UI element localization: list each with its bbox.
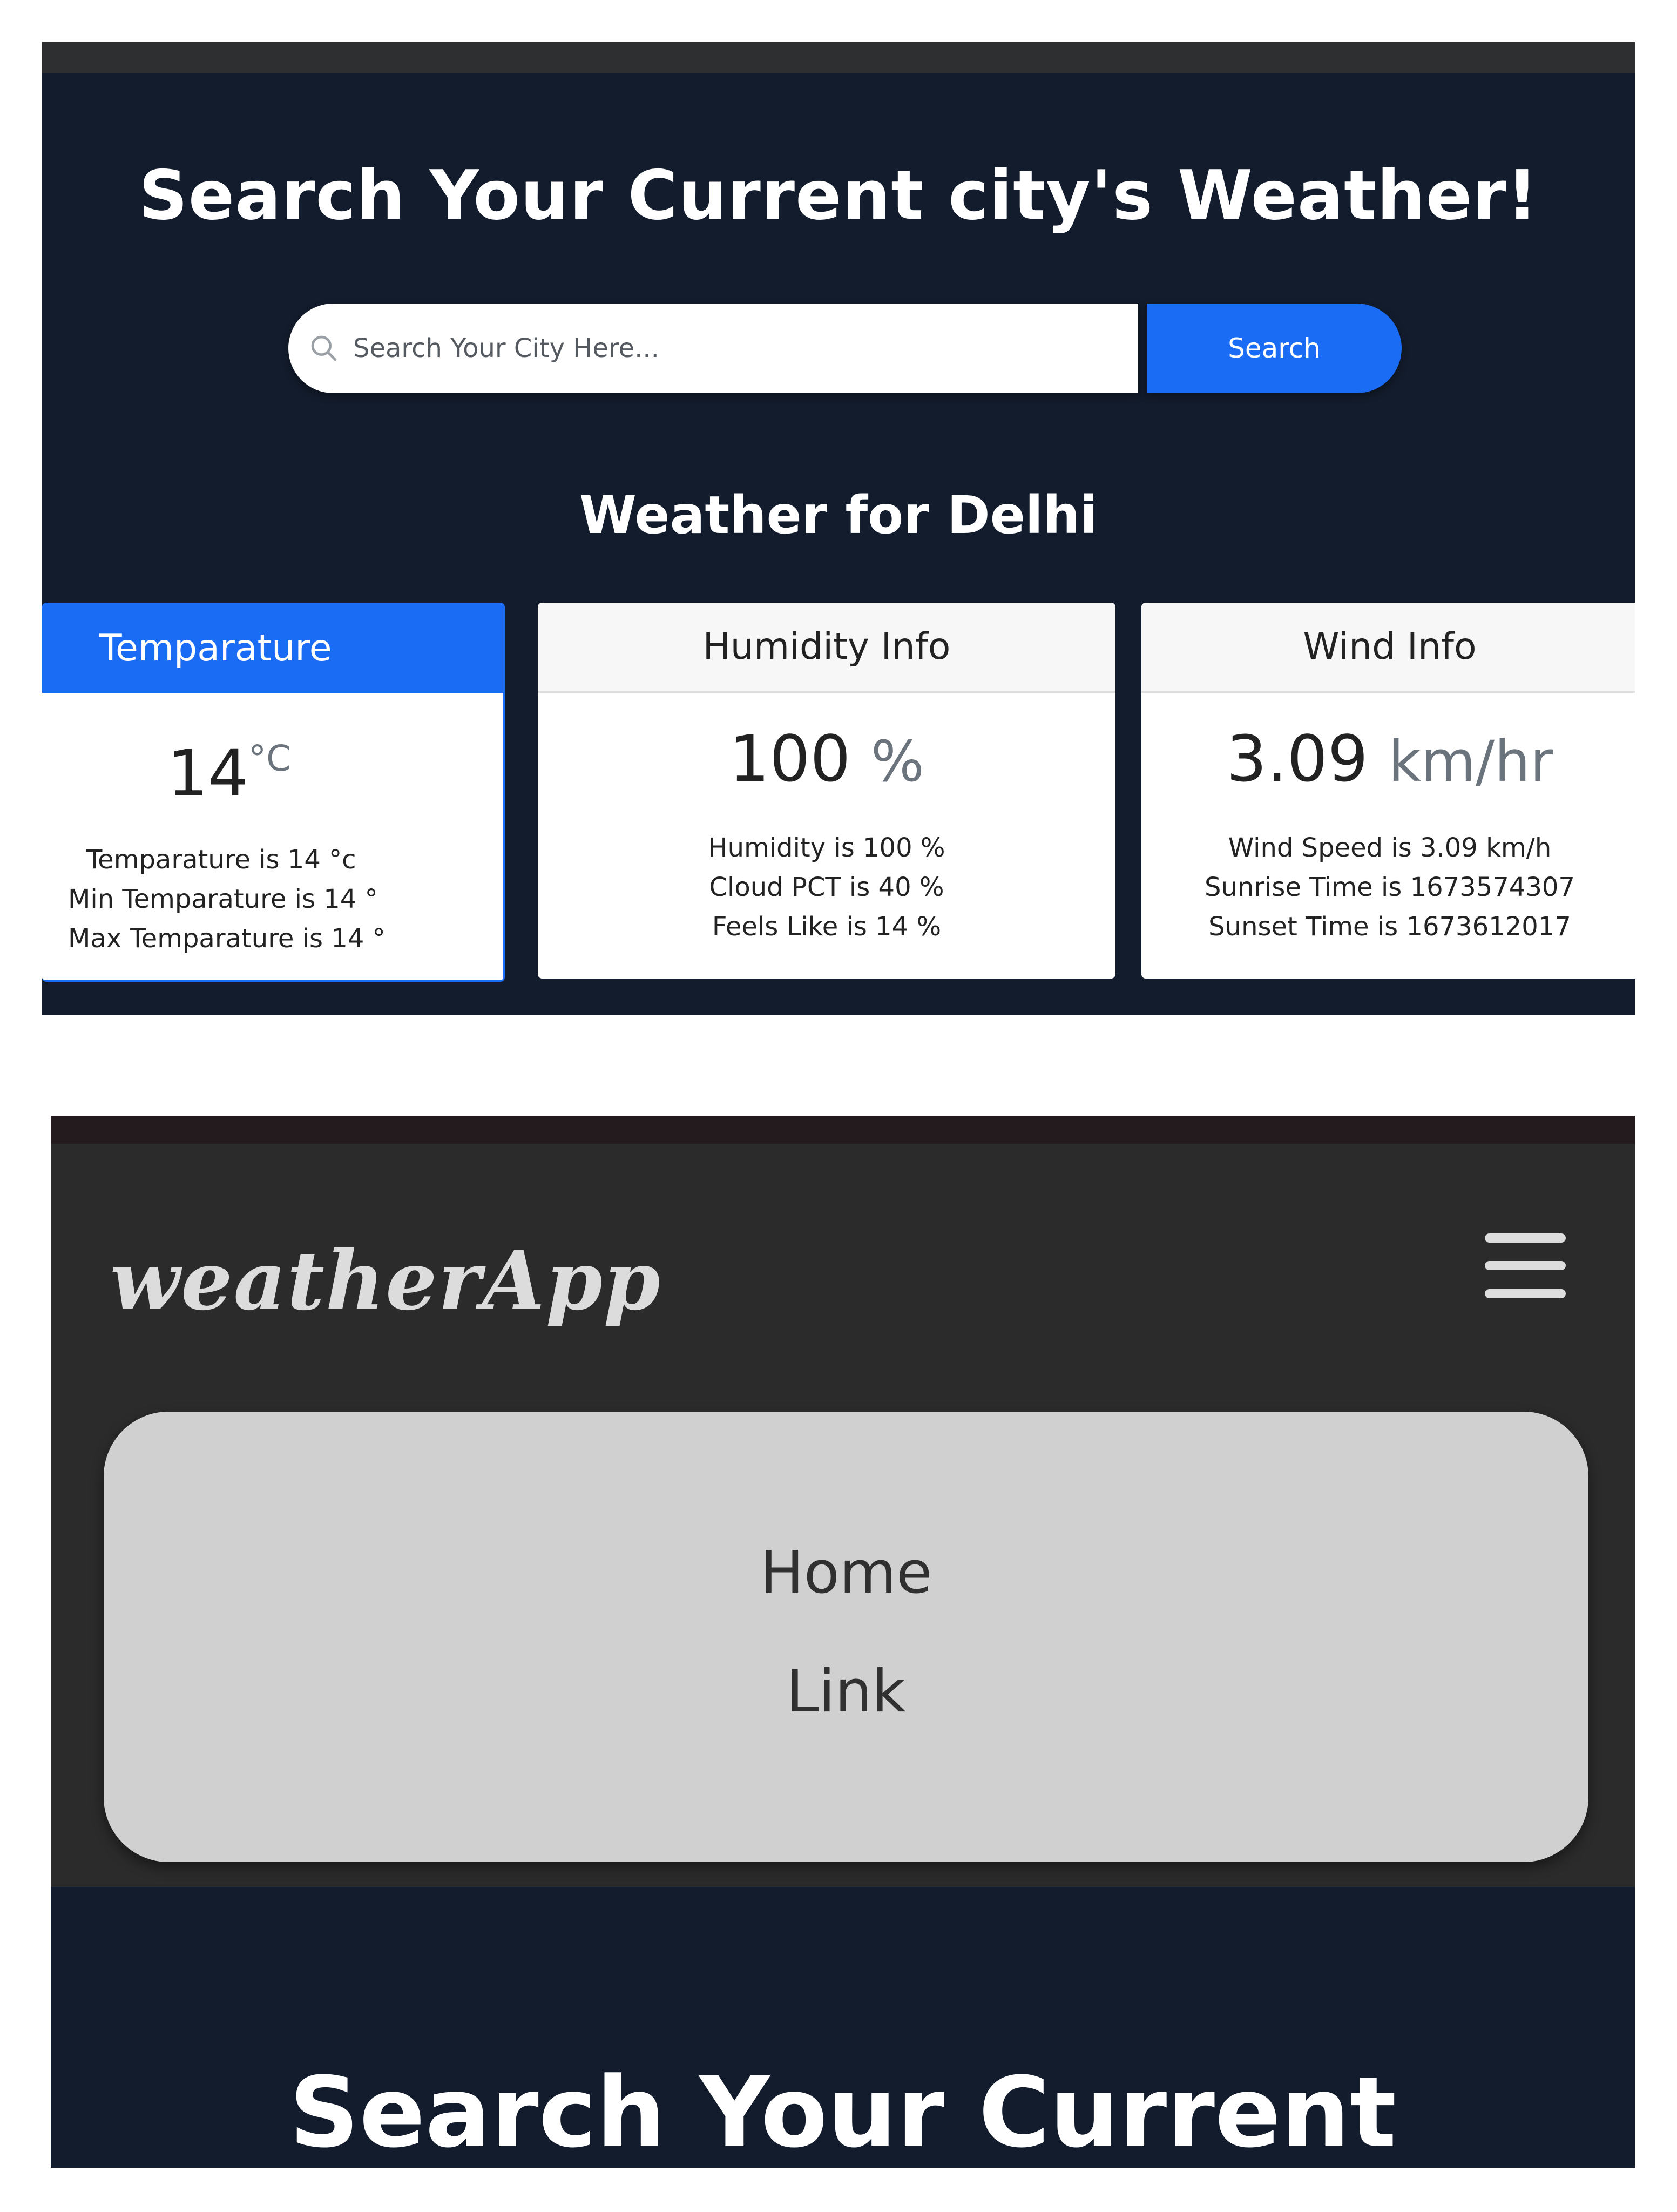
temperature-card-title: Temparature — [42, 604, 503, 693]
wind-unit: km/hr — [1388, 729, 1553, 794]
search-icon — [311, 335, 337, 361]
search-box[interactable] — [288, 304, 1138, 393]
hamburger-icon[interactable] — [1485, 1233, 1566, 1298]
search-button[interactable]: Search — [1147, 304, 1402, 393]
temperature-card: Temparature 14°C Temparature is 14 °c Mi… — [42, 603, 505, 982]
humidity-value-block: 100 % — [538, 721, 1115, 799]
humidity-unit: % — [870, 729, 924, 794]
humidity-details: Humidity is 100 % Cloud PCT is 40 % Feel… — [538, 828, 1115, 947]
menu-item-home[interactable]: Home — [104, 1539, 1588, 1607]
wind-card-title: Wind Info — [1141, 603, 1635, 693]
humidity-card: Humidity Info 100 % Humidity is 100 % Cl… — [538, 603, 1115, 979]
weather-page-screenshot: Search Your Current city's Weather! Sear… — [42, 42, 1635, 1015]
browser-top-bar — [51, 1116, 1635, 1144]
weather-heading: Weather for Delhi — [579, 485, 1098, 545]
browser-top-bar — [42, 42, 1635, 73]
wind-speed-line: Wind Speed is 3.09 km/h — [1228, 833, 1552, 863]
hamburger-bar — [1485, 1233, 1566, 1243]
humidity-line: Humidity is 100 % — [708, 833, 945, 863]
humidity-value: 100 — [729, 721, 851, 796]
hamburger-bar — [1485, 1289, 1566, 1298]
wind-value-block: 3.09 km/hr — [1141, 721, 1635, 799]
hero-title-partial: Search Your Current — [289, 2056, 1397, 2168]
wind-details: Wind Speed is 3.09 km/h Sunrise Time is … — [1141, 828, 1635, 947]
max-temperature-line: Max Temparature is 14 ° — [68, 923, 386, 954]
wind-value: 3.09 — [1226, 721, 1368, 796]
temperature-details: Temparature is 14 °c Min Temparature is … — [42, 840, 503, 959]
min-temperature-line: Min Temparature is 14 ° — [68, 884, 378, 914]
temperature-value-block: 14°C — [167, 721, 503, 811]
temperature-value: 14 — [167, 736, 249, 811]
cloud-pct-line: Cloud PCT is 40 % — [709, 872, 944, 902]
wind-card: Wind Info 3.09 km/hr Wind Speed is 3.09 … — [1141, 603, 1635, 979]
temperature-line: Temparature is 14 °c — [86, 845, 356, 875]
hero-title: Search Your Current city's Weather! — [139, 156, 1538, 235]
mobile-menu-screenshot: weatherApp Home Link Search Your Current — [51, 1116, 1635, 2168]
sunset-line: Sunset Time is 1673612017 — [1208, 912, 1571, 942]
sunrise-line: Sunrise Time is 1673574307 — [1205, 872, 1575, 902]
brand-logo[interactable]: weatherApp — [110, 1233, 661, 1328]
feels-like-line: Feels Like is 14 % — [712, 912, 942, 942]
hamburger-bar — [1485, 1261, 1566, 1270]
temperature-unit: °C — [248, 738, 292, 779]
humidity-card-title: Humidity Info — [538, 603, 1115, 693]
navbar: weatherApp Home Link — [51, 1144, 1635, 1887]
dropdown-menu: Home Link — [104, 1412, 1588, 1862]
menu-item-link[interactable]: Link — [104, 1658, 1588, 1725]
search-bar: Search — [288, 304, 1402, 393]
search-input[interactable] — [353, 304, 1120, 393]
